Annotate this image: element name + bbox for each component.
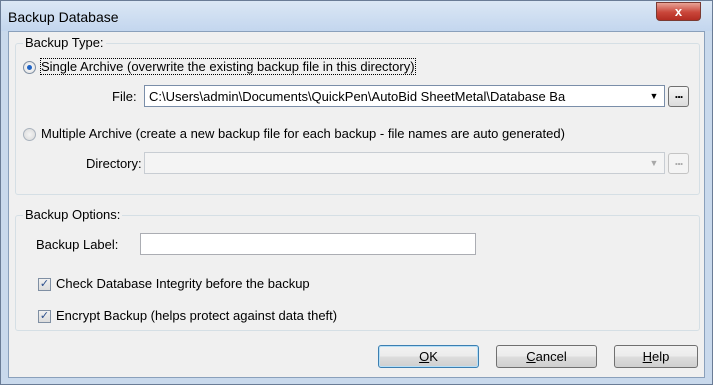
- cancel-button[interactable]: Cancel: [496, 345, 597, 368]
- multiple-archive-radio[interactable]: [23, 128, 36, 141]
- chevron-down-icon[interactable]: ▼: [647, 156, 661, 170]
- ellipsis-icon: ...: [674, 86, 684, 101]
- single-archive-radio[interactable]: [23, 61, 36, 74]
- dialog-body: Backup Type: Single Archive (overwrite t…: [8, 31, 705, 378]
- backup-label-caption: Backup Label:: [36, 237, 119, 252]
- help-label-rest: elp: [652, 349, 670, 364]
- directory-browse-button[interactable]: ...: [668, 153, 689, 174]
- directory-combo[interactable]: ▼: [144, 152, 665, 174]
- file-label: File:: [112, 89, 137, 104]
- directory-label: Directory:: [86, 156, 142, 171]
- file-browse-button[interactable]: ...: [668, 86, 689, 107]
- help-mnemonic: H: [642, 349, 653, 364]
- checkmark-icon: ✓: [39, 278, 50, 290]
- backup-options-group: Backup Options: Backup Label: ✓ Check Da…: [15, 207, 700, 331]
- check-integrity-label[interactable]: Check Database Integrity before the back…: [56, 276, 310, 291]
- cancel-label-rest: ancel: [535, 349, 567, 364]
- ok-button[interactable]: OK: [378, 345, 479, 368]
- help-button[interactable]: Help: [614, 345, 698, 368]
- close-button[interactable]: x: [656, 2, 701, 21]
- backup-type-group-title: Backup Type:: [23, 35, 106, 50]
- checkmark-icon: ✓: [39, 310, 50, 322]
- file-path-value: C:\Users\admin\Documents\QuickPen\AutoBi…: [149, 89, 566, 104]
- file-path-combo[interactable]: C:\Users\admin\Documents\QuickPen\AutoBi…: [144, 85, 665, 107]
- close-icon: x: [674, 4, 683, 19]
- chevron-down-icon[interactable]: ▼: [647, 89, 661, 103]
- backup-options-group-title: Backup Options:: [23, 207, 123, 222]
- title-bar[interactable]: Backup Database x: [1, 1, 712, 31]
- single-archive-label[interactable]: Single Archive (overwrite the existing b…: [40, 58, 416, 75]
- backup-database-dialog: Backup Database x Backup Type: Single Ar…: [0, 0, 713, 385]
- ellipsis-icon: ...: [674, 153, 684, 168]
- backup-label-input[interactable]: [140, 233, 476, 255]
- encrypt-backup-label[interactable]: Encrypt Backup (helps protect against da…: [56, 308, 337, 323]
- check-integrity-checkbox[interactable]: ✓: [38, 278, 51, 291]
- ok-mnemonic: O: [419, 349, 430, 364]
- cancel-mnemonic: C: [526, 349, 536, 364]
- backup-type-group: Backup Type: Single Archive (overwrite t…: [15, 35, 700, 195]
- window-title: Backup Database: [8, 9, 119, 25]
- encrypt-backup-checkbox[interactable]: ✓: [38, 310, 51, 323]
- multiple-archive-label[interactable]: Multiple Archive (create a new backup fi…: [41, 126, 565, 141]
- ok-label-rest: K: [429, 349, 438, 364]
